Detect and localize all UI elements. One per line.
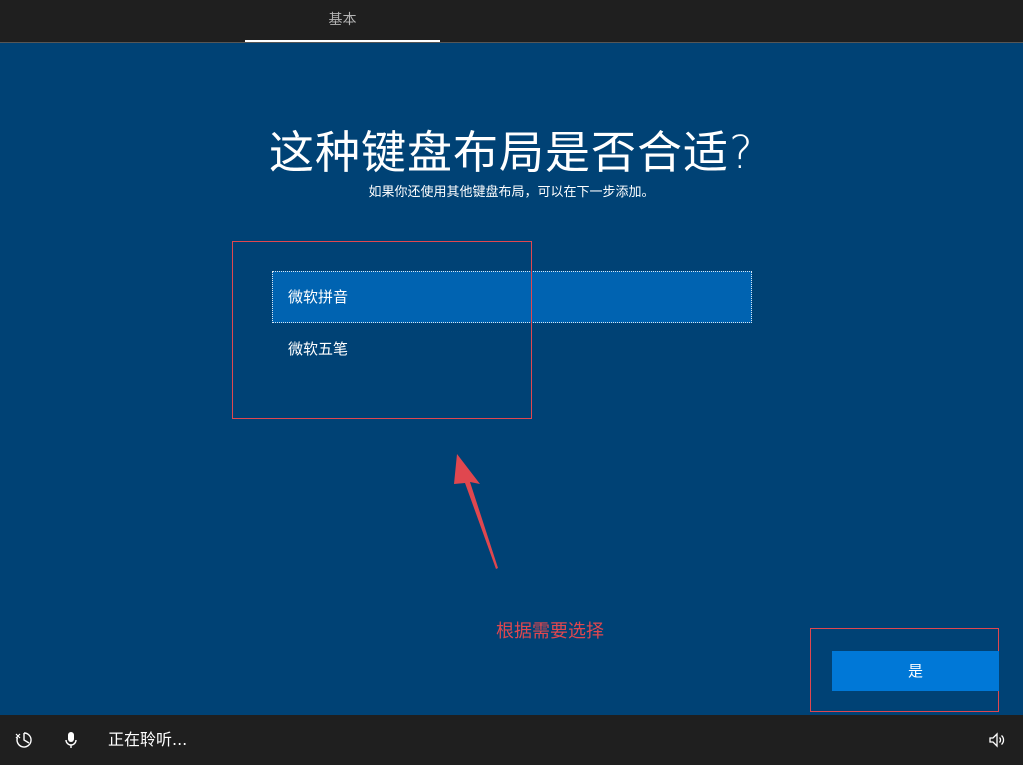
option-label: 微软拼音 xyxy=(288,288,349,306)
annotation-arrow xyxy=(454,454,498,569)
annotation-text: 根据需要选择 xyxy=(496,621,604,642)
keyboard-layout-list: 微软拼音 微软五笔 xyxy=(272,271,752,375)
top-bar-divider xyxy=(0,42,1023,43)
page-title: 这种键盘布局是否合适? xyxy=(269,126,754,179)
tab-basic[interactable]: 基本 xyxy=(245,0,440,42)
microphone-icon[interactable] xyxy=(61,730,81,750)
accessibility-icon[interactable] xyxy=(14,730,34,750)
option-microsoft-wubi[interactable]: 微软五笔 xyxy=(272,323,752,375)
option-label: 微软五笔 xyxy=(288,340,349,358)
top-bar: 基本 xyxy=(0,0,1023,42)
tab-basic-label: 基本 xyxy=(328,12,357,28)
volume-icon[interactable] xyxy=(987,730,1007,750)
page-subtitle: 如果你还使用其他键盘布局，可以在下一步添加。 xyxy=(368,185,655,200)
oobe-page: 基本 这种键盘布局是否合适? 如果你还使用其他键盘布局，可以在下一步添加。 微软… xyxy=(0,0,1023,765)
bottom-bar: 正在聆听... xyxy=(0,715,1023,765)
yes-button[interactable]: 是 xyxy=(832,651,999,691)
option-microsoft-pinyin[interactable]: 微软拼音 xyxy=(272,271,752,323)
listening-status: 正在聆听... xyxy=(108,730,188,749)
